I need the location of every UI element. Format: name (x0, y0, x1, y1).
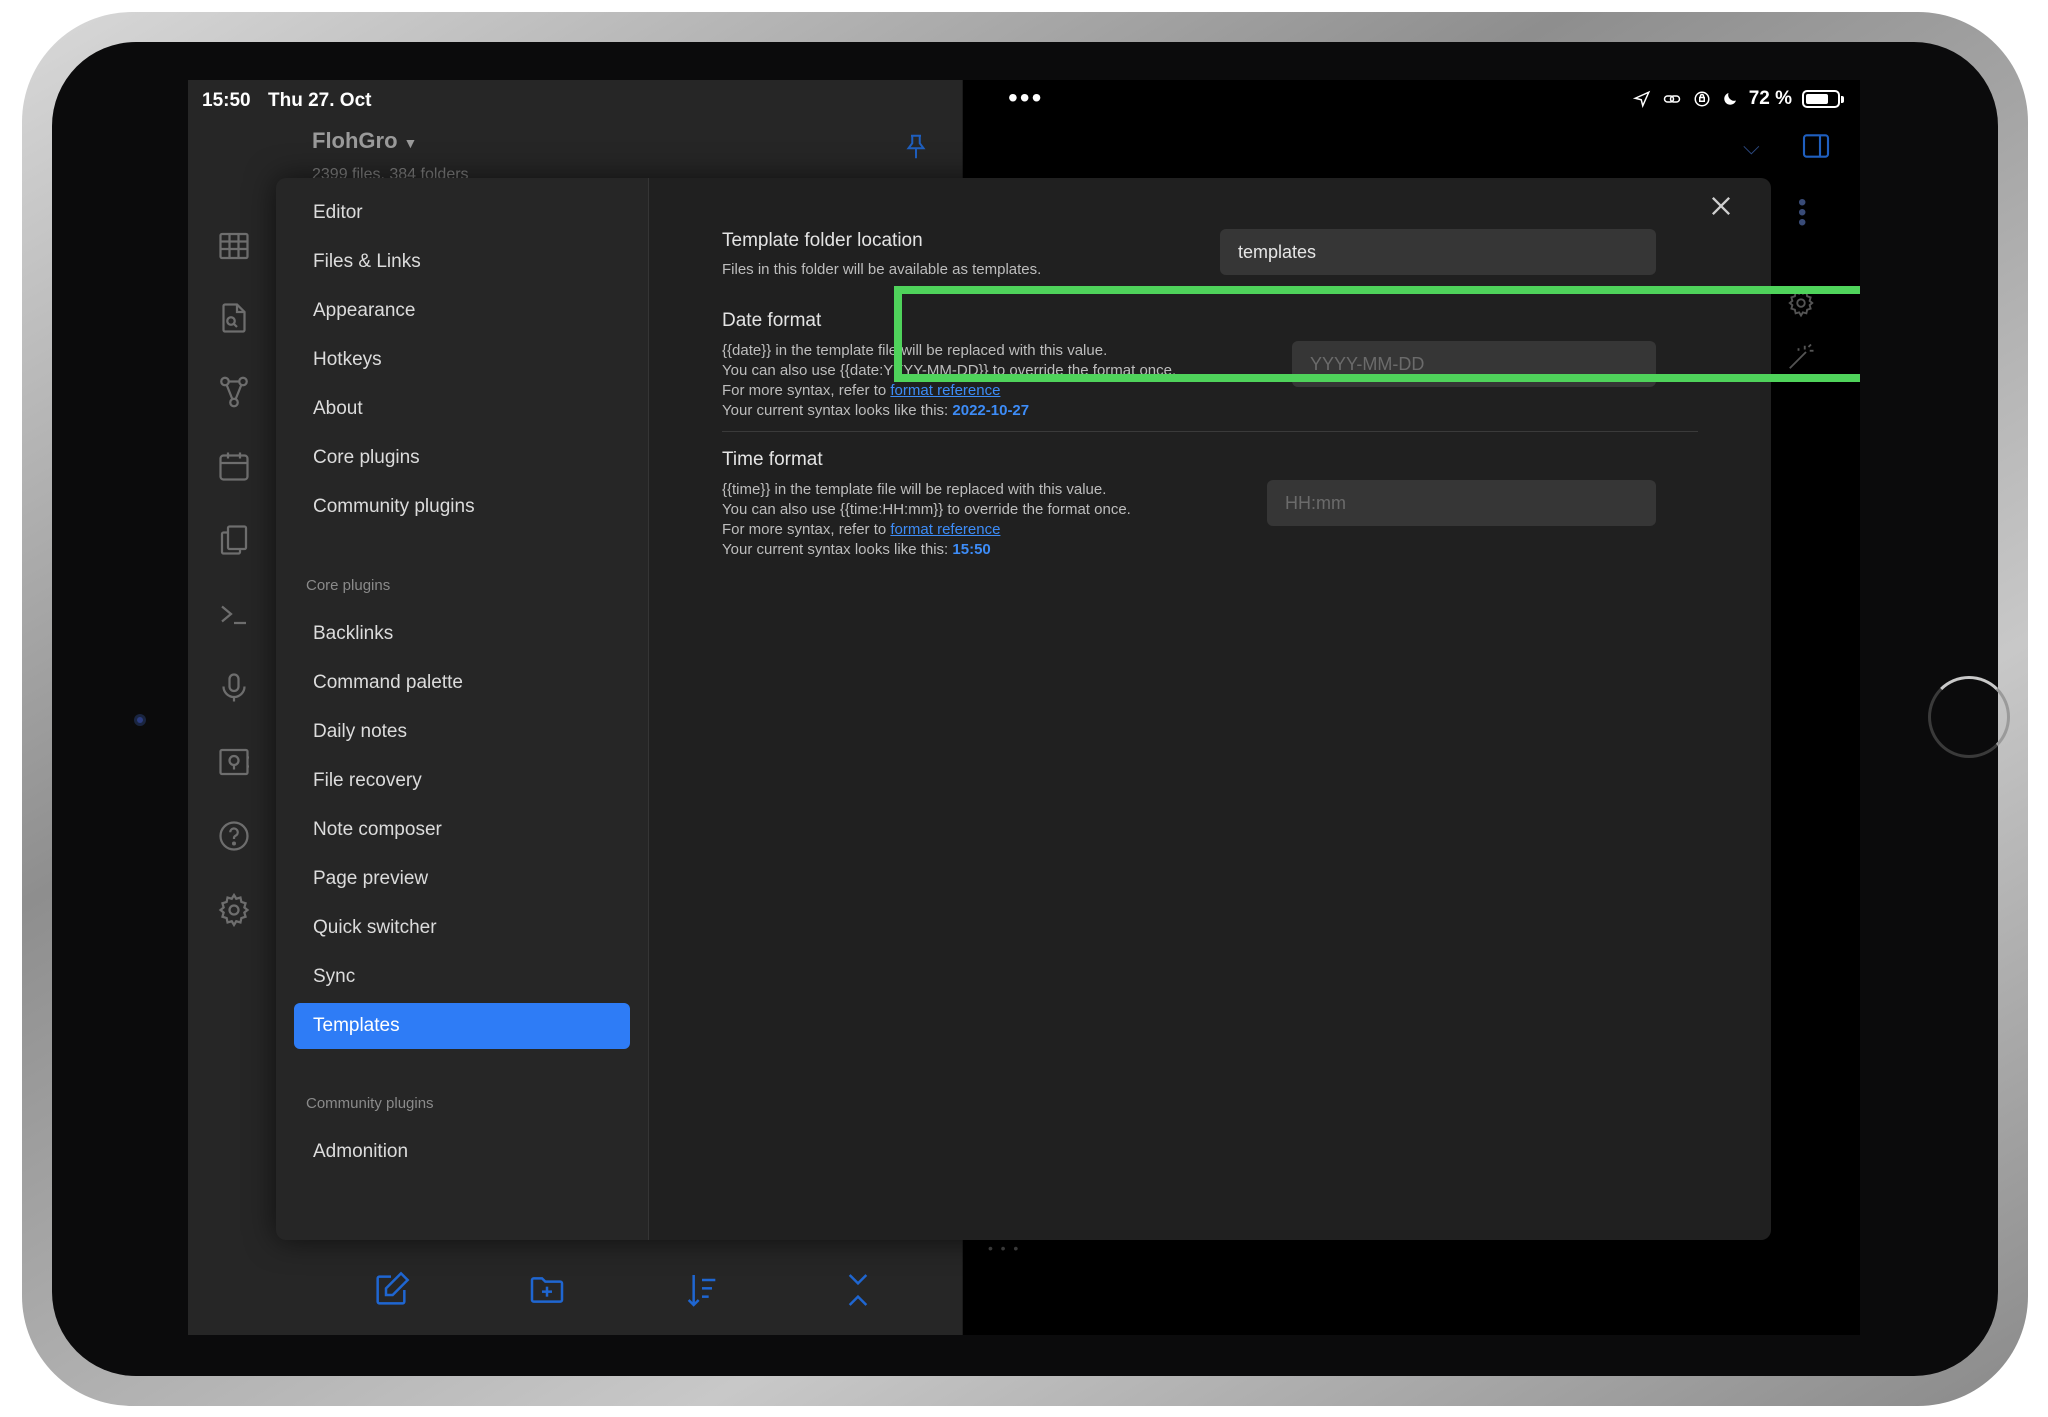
battery-icon (1802, 90, 1844, 108)
chevron-down-icon: ▼ (403, 135, 418, 151)
time-format-current: 15:50 (952, 541, 991, 558)
nav-item-editor[interactable]: Editor (294, 190, 630, 236)
settings-nav: Editor Files & Links Appearance Hotkeys … (276, 178, 649, 1240)
date-format-current: 2022-10-27 (952, 402, 1030, 419)
status-time: 15:50 (202, 90, 251, 111)
setting-date-format-desc: {{date}} in the template file will be re… (722, 341, 1176, 421)
nav-section-core-plugins: Core plugins (306, 577, 391, 594)
date-format-line3: For more syntax, refer to format referen… (722, 381, 1176, 401)
setting-template-folder-desc: Files in this folder will be available a… (722, 261, 1042, 278)
battery-tip (1841, 96, 1844, 103)
time-format-line1: {{time}} in the template file will be re… (722, 481, 1107, 498)
status-dots: • • • (988, 1240, 1019, 1256)
time-format-reference-link[interactable]: format reference (890, 521, 1000, 538)
date-format-line4-prefix: Your current syntax looks like this: (722, 402, 953, 419)
magic-wand-icon[interactable] (1786, 342, 1816, 377)
date-format-reference-link[interactable]: format reference (890, 382, 1000, 399)
battery-percent: 72 % (1748, 88, 1792, 109)
time-format-line4-prefix: Your current syntax looks like this: (722, 541, 953, 558)
date-format-line3-prefix: For more syntax, refer to (722, 382, 891, 399)
setting-template-folder-name: Template folder location (722, 230, 923, 251)
settings-content: Template folder location Files in this f… (650, 178, 1771, 1240)
table-icon[interactable] (216, 228, 252, 264)
do-not-disturb-icon (1721, 90, 1739, 108)
setting-date-format-name: Date format (722, 310, 822, 331)
settings-modal: Editor Files & Links Appearance Hotkeys … (276, 178, 1771, 1240)
date-format-input[interactable] (1292, 341, 1656, 387)
nav-item-core-plugins[interactable]: Core plugins (294, 435, 630, 481)
nav-item-backlinks[interactable]: Backlinks (294, 611, 630, 657)
setting-time-format-name: Time format (722, 449, 823, 470)
file-explorer-toolbar (188, 1250, 963, 1330)
lock-rotation-icon (1693, 90, 1711, 108)
terminal-icon[interactable] (216, 596, 252, 632)
time-format-line3: For more syntax, refer to format referen… (722, 520, 1131, 540)
location-arrow-icon (1632, 90, 1651, 108)
nav-section-community-plugins: Community plugins (306, 1095, 434, 1112)
front-camera-lens (137, 717, 143, 723)
multitasking-dots[interactable]: ••• (1008, 82, 1043, 114)
left-ribbon (188, 120, 278, 1335)
nav-item-command-palette[interactable]: Command palette (294, 660, 630, 706)
time-format-line4: Your current syntax looks like this: 15:… (722, 540, 1131, 560)
vault-icon[interactable] (216, 744, 252, 780)
more-options-icon[interactable]: • • • (1798, 191, 1806, 235)
sidebar-toggle-icon[interactable] (1798, 130, 1834, 167)
status-date: Thu 27. Oct (268, 90, 372, 111)
nav-item-daily-notes[interactable]: Daily notes (294, 709, 630, 755)
gear-icon[interactable] (1786, 288, 1816, 323)
nav-item-file-recovery[interactable]: File recovery (294, 758, 630, 804)
setting-divider (722, 431, 1698, 432)
link-icon (1661, 90, 1683, 108)
setting-time-format-desc: {{time}} in the template file will be re… (722, 480, 1131, 560)
sort-icon[interactable] (682, 1270, 722, 1310)
nav-item-community-plugins[interactable]: Community plugins (294, 484, 630, 530)
pin-icon[interactable] (901, 130, 931, 169)
microphone-icon[interactable] (216, 670, 252, 706)
search-file-icon[interactable] (216, 300, 252, 336)
vault-name-label: FlohGro (312, 128, 398, 153)
date-format-line2: You can also use {{date:YYYY-MM-DD}} to … (722, 362, 1177, 379)
vault-name[interactable]: FlohGro ▼ (312, 128, 417, 154)
nav-item-admonition[interactable]: Admonition (294, 1129, 630, 1175)
nav-item-about[interactable]: About (294, 386, 630, 432)
battery-level (1806, 94, 1828, 104)
date-format-line4: Your current syntax looks like this: 202… (722, 401, 1176, 421)
template-folder-input[interactable] (1220, 229, 1656, 275)
new-note-icon[interactable] (371, 1270, 411, 1310)
screen: FlohGro ▼ 2399 files, 384 folders ⌵ • • • (188, 80, 1860, 1335)
chevron-down-icon[interactable]: ⌵ (1743, 134, 1760, 160)
nav-item-appearance[interactable]: Appearance (294, 288, 630, 334)
nav-item-templates[interactable]: Templates (294, 1003, 630, 1049)
graph-icon[interactable] (216, 374, 252, 410)
nav-item-page-preview[interactable]: Page preview (294, 856, 630, 902)
time-format-line2: You can also use {{time:HH:mm}} to overr… (722, 501, 1131, 518)
date-format-line1: {{date}} in the template file will be re… (722, 342, 1108, 359)
nav-item-files-links[interactable]: Files & Links (294, 239, 630, 285)
status-indicators: 72 % (1632, 88, 1844, 110)
calendar-icon[interactable] (216, 448, 252, 484)
time-format-input[interactable] (1267, 480, 1656, 526)
nav-item-hotkeys[interactable]: Hotkeys (294, 337, 630, 383)
help-icon[interactable] (216, 818, 252, 854)
collapse-icon[interactable] (838, 1270, 878, 1310)
settings-icon[interactable] (216, 892, 252, 928)
nav-item-note-composer[interactable]: Note composer (294, 807, 630, 853)
time-format-line3-prefix: For more syntax, refer to (722, 521, 891, 538)
nav-item-quick-switcher[interactable]: Quick switcher (294, 905, 630, 951)
new-folder-icon[interactable] (527, 1270, 567, 1310)
nav-item-sync[interactable]: Sync (294, 954, 630, 1000)
status-bar: 15:50 Thu 27. Oct ••• 72 % (188, 80, 1860, 120)
home-button[interactable] (1928, 676, 2010, 758)
copy-icon[interactable] (216, 522, 252, 558)
